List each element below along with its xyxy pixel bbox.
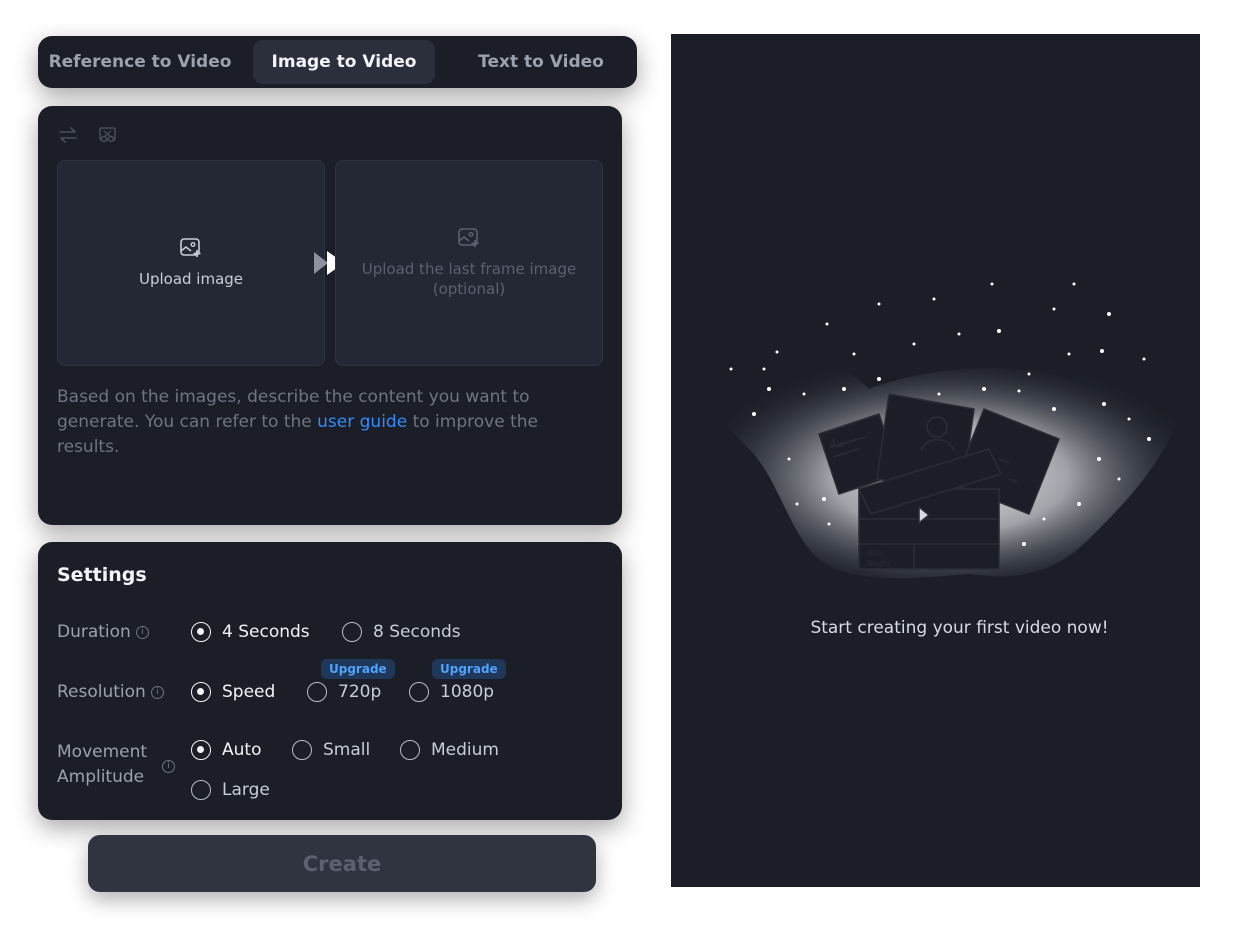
radio-icon — [191, 740, 211, 760]
image-add-icon — [180, 238, 201, 257]
resolution-option-720p[interactable]: 720p — [307, 682, 381, 702]
movement-option-large[interactable]: Large — [191, 780, 270, 800]
crop-icon[interactable] — [97, 126, 119, 144]
movement-option-auto[interactable]: Auto — [191, 740, 261, 760]
radio-icon — [191, 622, 211, 642]
illustration-text-aa: Aa — [828, 437, 844, 450]
upload-last-frame-label-line1: Upload the last frame image — [361, 260, 577, 278]
illustration-text-vidu: Vidu — [867, 549, 883, 558]
movement-option-medium[interactable]: Medium — [400, 740, 499, 760]
upgrade-badge[interactable]: Upgrade — [321, 659, 395, 679]
settings-title: Settings — [57, 564, 147, 586]
resolution-option-1080p[interactable]: 1080p — [409, 682, 494, 702]
resolution-option-label: Speed — [222, 682, 276, 702]
resolution-label-text: Resolution — [57, 682, 146, 702]
radio-icon — [292, 740, 312, 760]
movement-option-label: Small — [323, 740, 371, 760]
duration-label: Duration i — [57, 620, 149, 645]
mode-tabs: Reference to Video Image to Video Text t… — [38, 36, 637, 88]
duration-option-label: 4 Seconds — [222, 622, 310, 642]
info-icon[interactable]: i — [162, 760, 175, 773]
info-icon[interactable]: i — [150, 685, 164, 699]
settings-panel: Settings Duration i 4 Seconds 8 Seconds U… — [38, 542, 622, 820]
info-icon[interactable]: i — [135, 625, 149, 639]
swap-icon[interactable] — [57, 126, 79, 144]
resolution-option-label: 720p — [338, 682, 382, 702]
movement-option-small[interactable]: Small — [292, 740, 370, 760]
radio-icon — [191, 780, 211, 800]
radio-icon — [191, 682, 211, 702]
resolution-option-label: 1080p — [440, 682, 495, 702]
user-guide-link[interactable]: user guide — [317, 412, 407, 432]
illustration-text-studio: Studio — [867, 559, 890, 568]
movement-option-label: Large — [222, 780, 270, 800]
upload-last-frame[interactable]: Upload the last frame image (optional) — [335, 160, 603, 366]
duration-option-4s[interactable]: 4 Seconds — [191, 622, 310, 642]
movement-option-label: Auto — [222, 740, 262, 760]
movement-option-label: Medium — [431, 740, 499, 760]
movement-label-line1: Movement — [57, 742, 148, 762]
resolution-option-speed[interactable]: Speed — [191, 682, 275, 702]
empty-state-message: Start creating your first video now! — [810, 618, 1109, 638]
tab-reference-to-video[interactable]: Reference to Video — [42, 40, 238, 84]
duration-option-label: 8 Seconds — [373, 622, 461, 642]
radio-icon — [307, 682, 327, 702]
radio-icon — [409, 682, 429, 702]
upload-panel: Upload image Upload the last frame image… — [38, 106, 622, 525]
prompt-input[interactable]: Based on the images, describe the conten… — [57, 385, 577, 460]
movement-amplitude-label: Movement Amplitude — [57, 740, 147, 790]
create-button[interactable]: Create — [88, 835, 596, 892]
preview-area: Aa Vidu Studio Start creating your first… — [671, 34, 1200, 887]
tab-text-to-video[interactable]: Text to Video — [450, 40, 632, 84]
upload-last-frame-label: Upload the last frame image (optional) — [362, 259, 577, 299]
clapperboard-illustration: Aa Vidu Studio — [709, 282, 1189, 579]
image-add-icon — [458, 228, 479, 247]
duration-option-8s[interactable]: 8 Seconds — [342, 622, 461, 642]
upload-first-frame[interactable]: Upload image — [57, 160, 325, 366]
upgrade-badge[interactable]: Upgrade — [432, 659, 506, 679]
radio-icon — [342, 622, 362, 642]
tab-image-to-video[interactable]: Image to Video — [253, 40, 435, 84]
upload-last-frame-label-line2: (optional) — [432, 280, 506, 298]
radio-icon — [400, 740, 420, 760]
duration-label-text: Duration — [57, 622, 131, 642]
resolution-label: Resolution i — [57, 680, 164, 705]
movement-label-line2: Amplitude — [57, 767, 145, 787]
upload-image-label: Upload image — [138, 270, 244, 288]
